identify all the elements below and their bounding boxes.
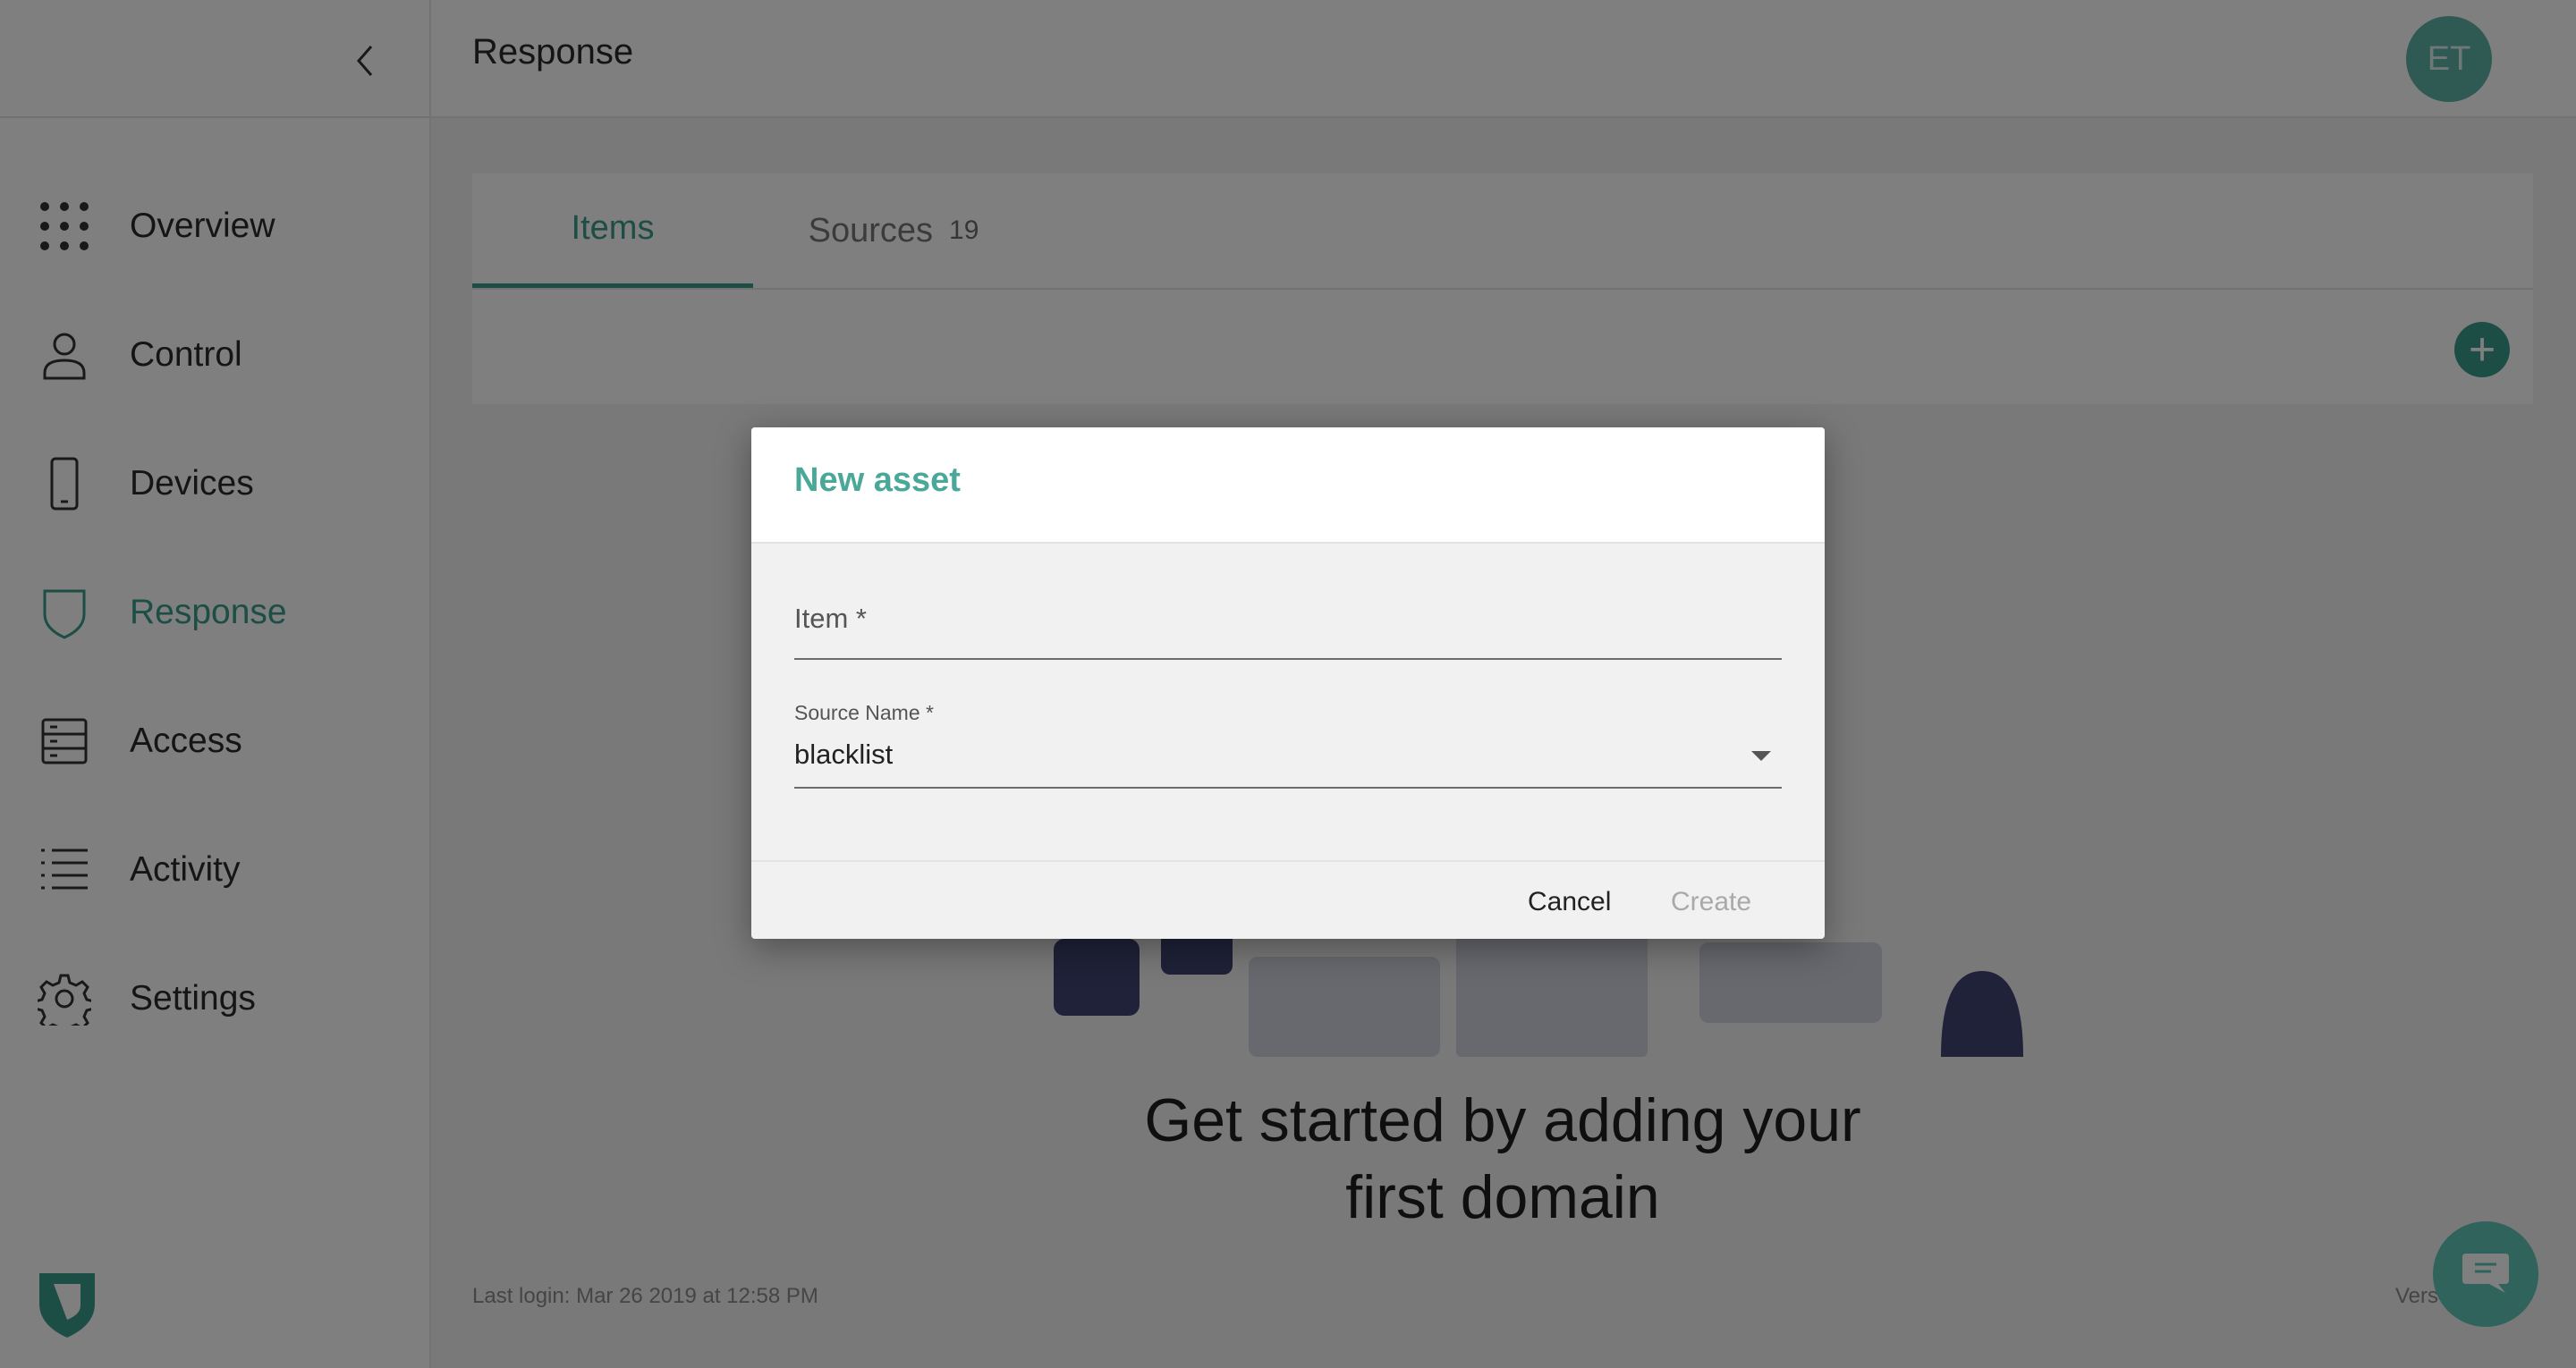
dropdown-caret-icon[interactable] [1751,751,1771,761]
dialog-title: New asset [794,461,961,499]
item-field[interactable]: Item * [794,597,1785,660]
dialog-footer: Cancel Create [751,860,1825,939]
create-button[interactable]: Create [1671,887,1751,917]
source-name-label: Source Name * [794,701,934,724]
dialog-header: New asset [751,427,1825,544]
item-input[interactable] [794,597,1785,653]
source-name-select[interactable]: Source Name * blacklist [794,701,1782,789]
new-asset-dialog: New asset Item * Source Name * blacklist… [751,427,1825,939]
source-name-value: blacklist [794,739,894,770]
cancel-button[interactable]: Cancel [1528,887,1611,917]
